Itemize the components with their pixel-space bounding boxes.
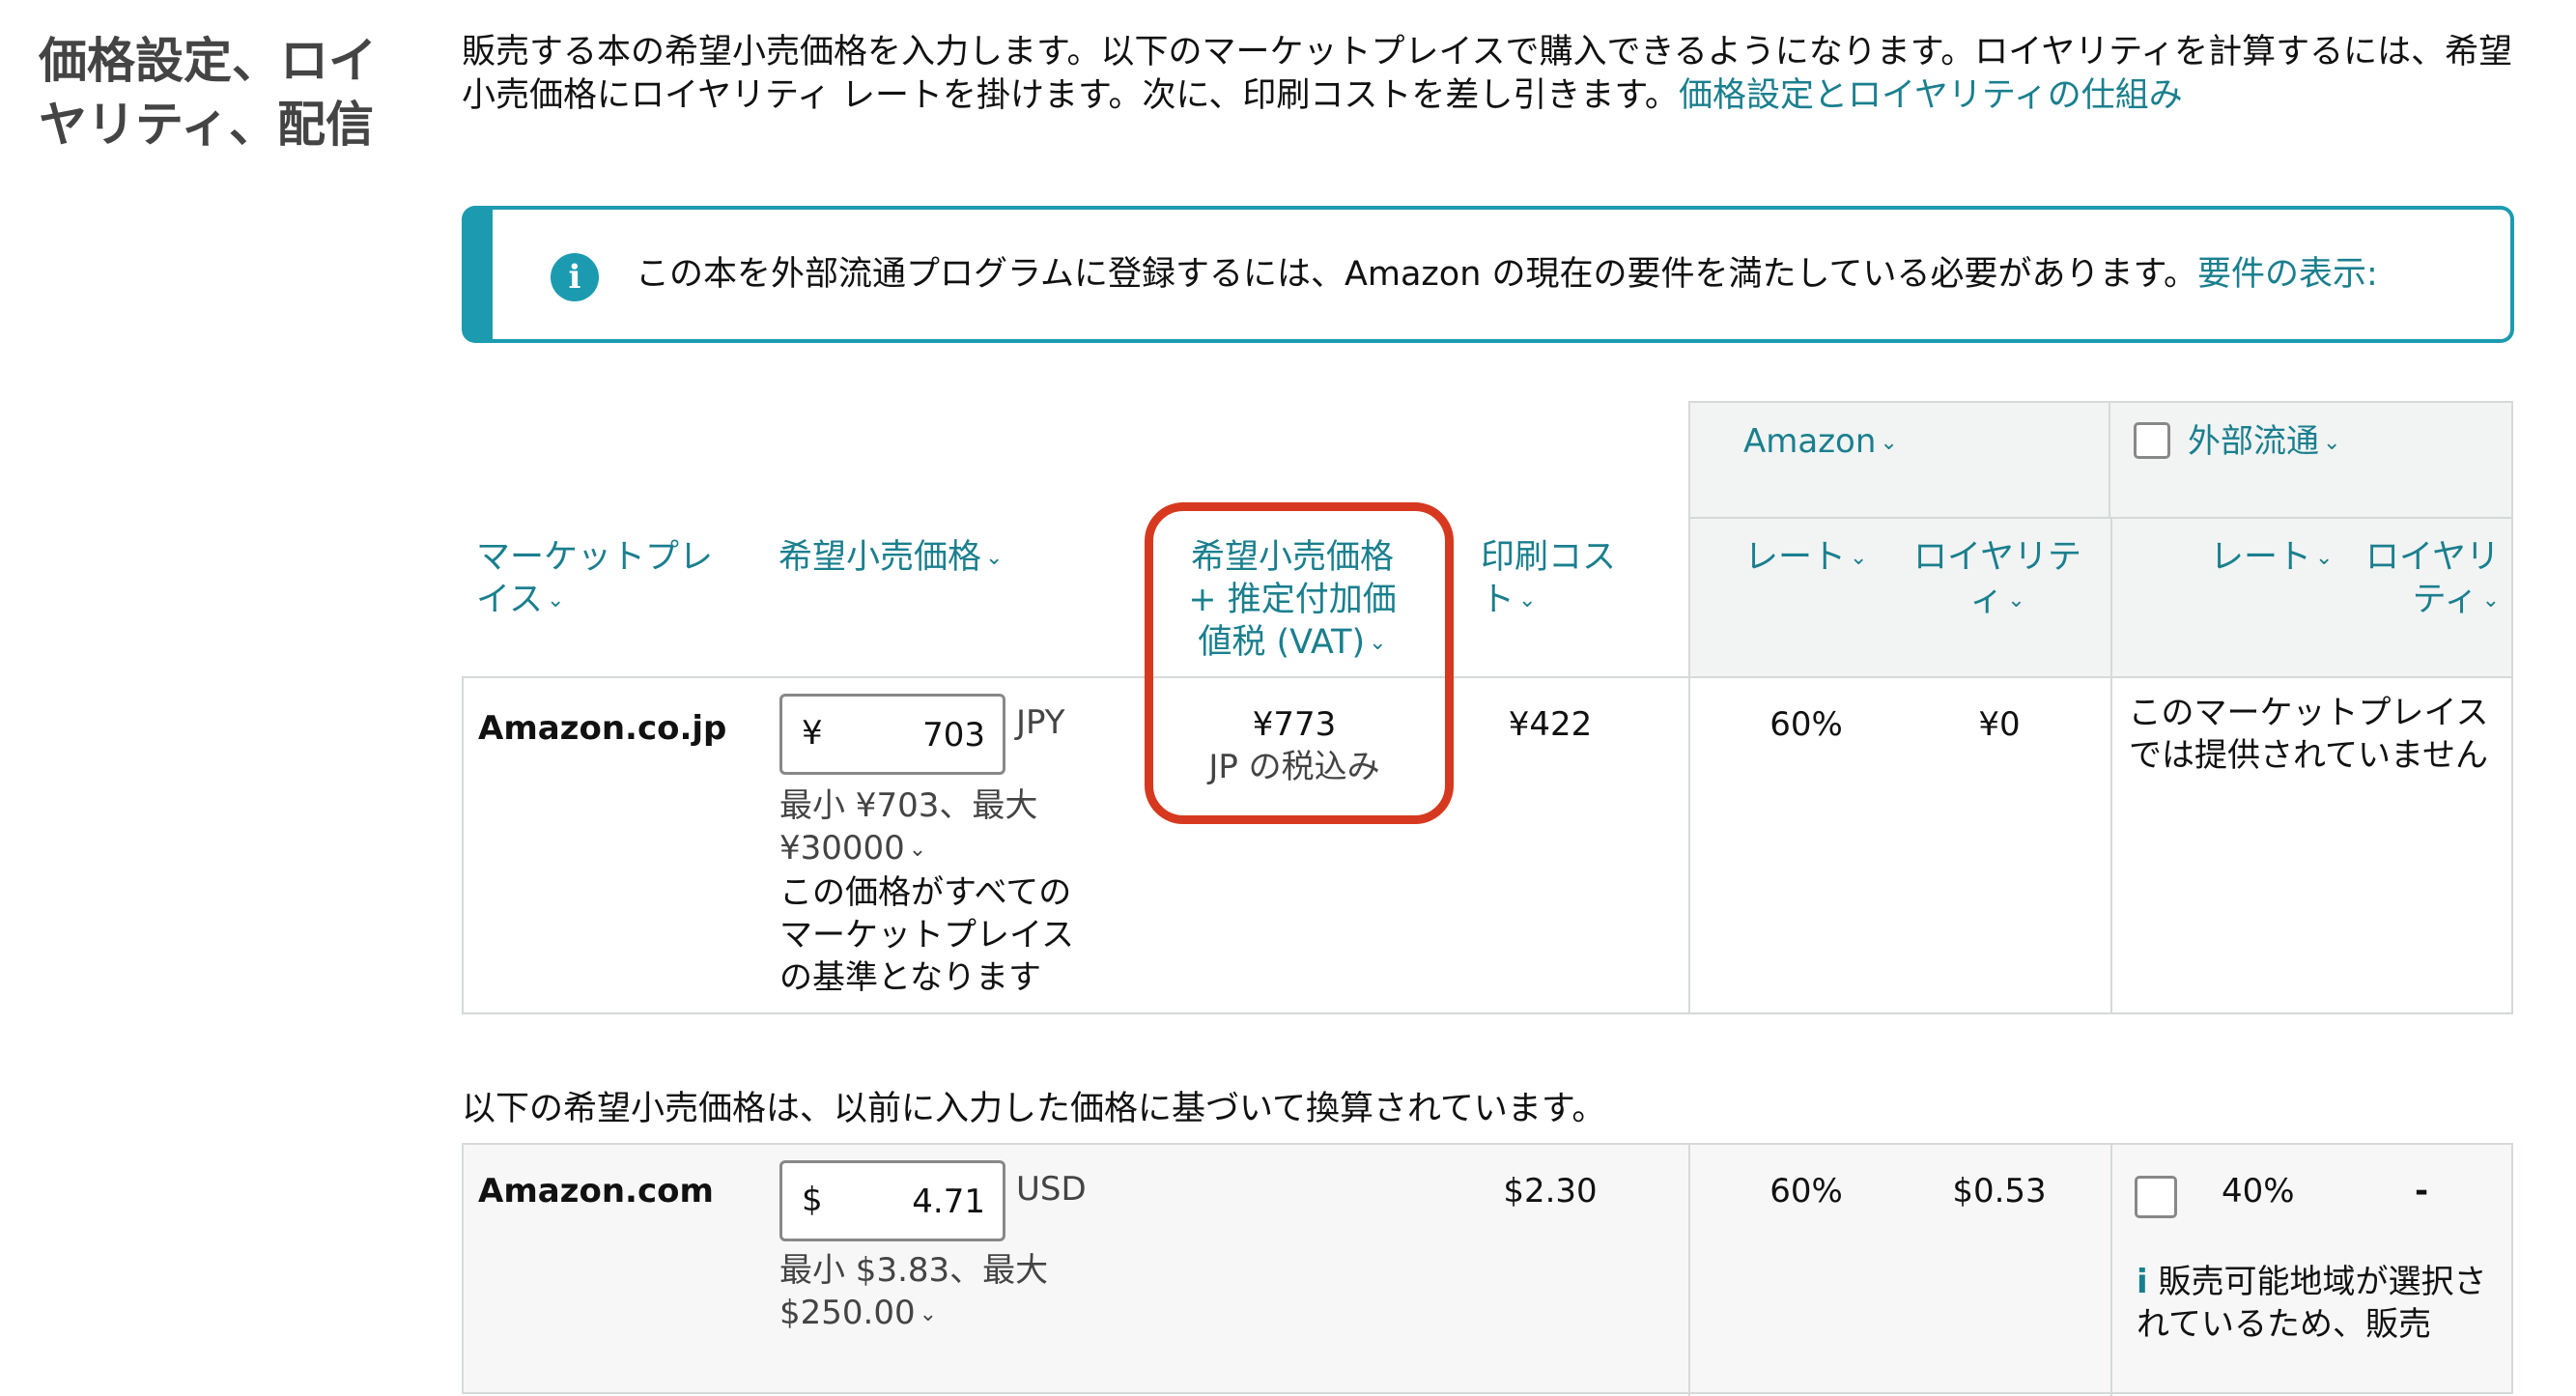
external-group-toggle[interactable]: 外部流通 ⌄ bbox=[2188, 420, 2340, 465]
amazon-group-toggle[interactable]: Amazon ⌄ bbox=[1743, 420, 1898, 465]
currency-code: USD bbox=[1016, 1170, 1087, 1209]
external-rate-header-label: レート bbox=[2210, 538, 2312, 577]
amazon-group-label: Amazon bbox=[1743, 422, 1877, 461]
price-range: 最小 $3.83、最大 $250.00 bbox=[779, 1251, 1049, 1332]
external-royalty: - bbox=[2415, 1172, 2429, 1211]
chevron-down-icon: ⌄ bbox=[2481, 588, 2500, 613]
info-icon: i bbox=[2137, 1263, 2148, 1301]
currency-symbol: ¥ bbox=[802, 714, 823, 753]
chevron-down-icon: ⌄ bbox=[1850, 546, 1868, 570]
divider bbox=[2110, 519, 2112, 676]
rate-header-label: レート bbox=[1744, 538, 1847, 577]
marketplace-name: Amazon.co.jp bbox=[478, 709, 727, 748]
price-vat-header[interactable]: 希望小売価格 + 推定付加価値税 (VAT) ⌄ bbox=[1172, 536, 1413, 665]
print-cost-header-label: 印刷コスト bbox=[1481, 538, 1617, 619]
print-cost-header[interactable]: 印刷コスト ⌄ bbox=[1481, 536, 1630, 622]
external-rate-header[interactable]: レート ⌄ bbox=[2210, 536, 2345, 580]
marketplace-name: Amazon.com bbox=[478, 1172, 714, 1211]
chevron-down-icon: ⌄ bbox=[2323, 430, 2341, 455]
alert-text: この本を外部流通プログラムに登録するには、Amazon の現在の要件を満たしてい… bbox=[636, 250, 2378, 299]
print-cost: ¥422 bbox=[1508, 705, 1593, 744]
alert-message: この本を外部流通プログラムに登録するには、Amazon の現在の要件を満たしてい… bbox=[636, 255, 2197, 294]
info-alert: i この本を外部流通プログラムに登録するには、Amazon の現在の要件を満たし… bbox=[462, 206, 2514, 343]
price-with-vat: ¥773 bbox=[1252, 705, 1337, 744]
table-row: Amazon.co.jp ¥ 703 JPY 最小 ¥703、最大 ¥30000… bbox=[462, 676, 2513, 1014]
royalty-rate: 60% bbox=[1769, 705, 1843, 744]
rate-header[interactable]: レート ⌄ bbox=[1744, 536, 1880, 580]
amazon-group-header: Amazon ⌄ bbox=[1688, 401, 2110, 519]
chevron-down-icon: ⌄ bbox=[546, 588, 565, 613]
section-title: 価格設定、ロイヤリティ、配信 bbox=[39, 33, 377, 153]
marketplace-header[interactable]: マーケットプレイス ⌄ bbox=[476, 536, 737, 622]
table-row: Amazon.com $ 4.71 USD 最小 $3.83、最大 $250.0… bbox=[462, 1143, 2513, 1396]
external-royalty-header-label: ロイヤリティ bbox=[2365, 538, 2500, 619]
chevron-down-icon: ⌄ bbox=[919, 1301, 938, 1326]
description-text: 販売する本の希望小売価格を入力します。以下のマーケットプレイスで購入できるように… bbox=[462, 33, 2513, 115]
external-rate: 40% bbox=[2222, 1172, 2295, 1211]
pricing-royalty-link[interactable]: 価格設定とロイヤリティの仕組み bbox=[1679, 76, 2183, 115]
external-royalty-header[interactable]: ロイヤリティ ⌄ bbox=[2345, 536, 2500, 622]
list-price-header-label: 希望小売価格 bbox=[778, 538, 982, 577]
divider bbox=[1688, 1145, 1690, 1396]
vat-note: JP の税込み bbox=[1208, 748, 1380, 786]
external-distribution-row-checkbox[interactable] bbox=[2135, 1176, 2177, 1218]
list-price-input[interactable]: ¥ 703 bbox=[779, 694, 1005, 775]
price-vat-header-label: 希望小売価格 + 推定付加価値税 (VAT) bbox=[1188, 538, 1397, 662]
availability-note-text: 販売可能地域が選択されているため、販売 bbox=[2137, 1263, 2487, 1344]
divider bbox=[1688, 678, 1690, 1012]
royalty-header-label: ロイヤリティ bbox=[1913, 538, 2081, 619]
chevron-down-icon: ⌄ bbox=[1880, 430, 1898, 455]
availability-note: i 販売可能地域が選択されているため、販売 bbox=[2137, 1261, 2494, 1346]
price-range-toggle[interactable]: 最小 $3.83、最大 $250.00 ⌄ bbox=[779, 1249, 1069, 1336]
divider bbox=[2110, 1145, 2112, 1396]
price-range-toggle[interactable]: 最小 ¥703、最大 ¥30000 ⌄ bbox=[779, 784, 1069, 871]
converted-prices-note: 以下の希望小売価格は、以前に入力した価格に基づいて換算されています。 bbox=[462, 1090, 1606, 1128]
price-value: 703 bbox=[922, 716, 985, 755]
list-price-header[interactable]: 希望小売価格 ⌄ bbox=[778, 536, 1030, 580]
print-cost: $2.30 bbox=[1503, 1172, 1598, 1211]
chevron-down-icon: ⌄ bbox=[2007, 588, 2025, 613]
currency-symbol: $ bbox=[802, 1181, 823, 1219]
price-value: 4.71 bbox=[912, 1182, 985, 1221]
marketplace-header-label: マーケットプレイス bbox=[476, 538, 714, 619]
royalty-amount: $0.53 bbox=[1952, 1172, 2047, 1211]
chevron-down-icon: ⌄ bbox=[985, 546, 1004, 570]
external-group-header: 外部流通 ⌄ bbox=[2110, 401, 2513, 519]
external-unavailable-note: このマーケットプレイスでは提供されていません bbox=[2128, 694, 2489, 775]
currency-code: JPY bbox=[1016, 703, 1065, 742]
base-price-note: この価格がすべてのマーケットプレイスの基準となります bbox=[779, 873, 1074, 997]
external-distribution-checkbox[interactable] bbox=[2134, 422, 2170, 459]
chevron-down-icon: ⌄ bbox=[908, 837, 927, 862]
external-group-label: 外部流通 bbox=[2188, 422, 2319, 461]
royalty-rate: 60% bbox=[1769, 1172, 1843, 1211]
chevron-down-icon: ⌄ bbox=[1369, 631, 1387, 655]
royalty-header[interactable]: ロイヤリティ ⌄ bbox=[1901, 536, 2094, 622]
info-icon: i bbox=[551, 253, 599, 301]
divider bbox=[2110, 678, 2112, 1012]
list-price-input[interactable]: $ 4.71 bbox=[779, 1160, 1005, 1241]
royalty-amount: ¥0 bbox=[1978, 705, 2021, 744]
chevron-down-icon: ⌄ bbox=[1518, 588, 1537, 613]
chevron-down-icon: ⌄ bbox=[2315, 546, 2334, 570]
pricing-description: 販売する本の希望小売価格を入力します。以下のマーケットプレイスで購入できるように… bbox=[462, 31, 2538, 118]
view-requirements-link[interactable]: 要件の表示: bbox=[2197, 255, 2378, 294]
